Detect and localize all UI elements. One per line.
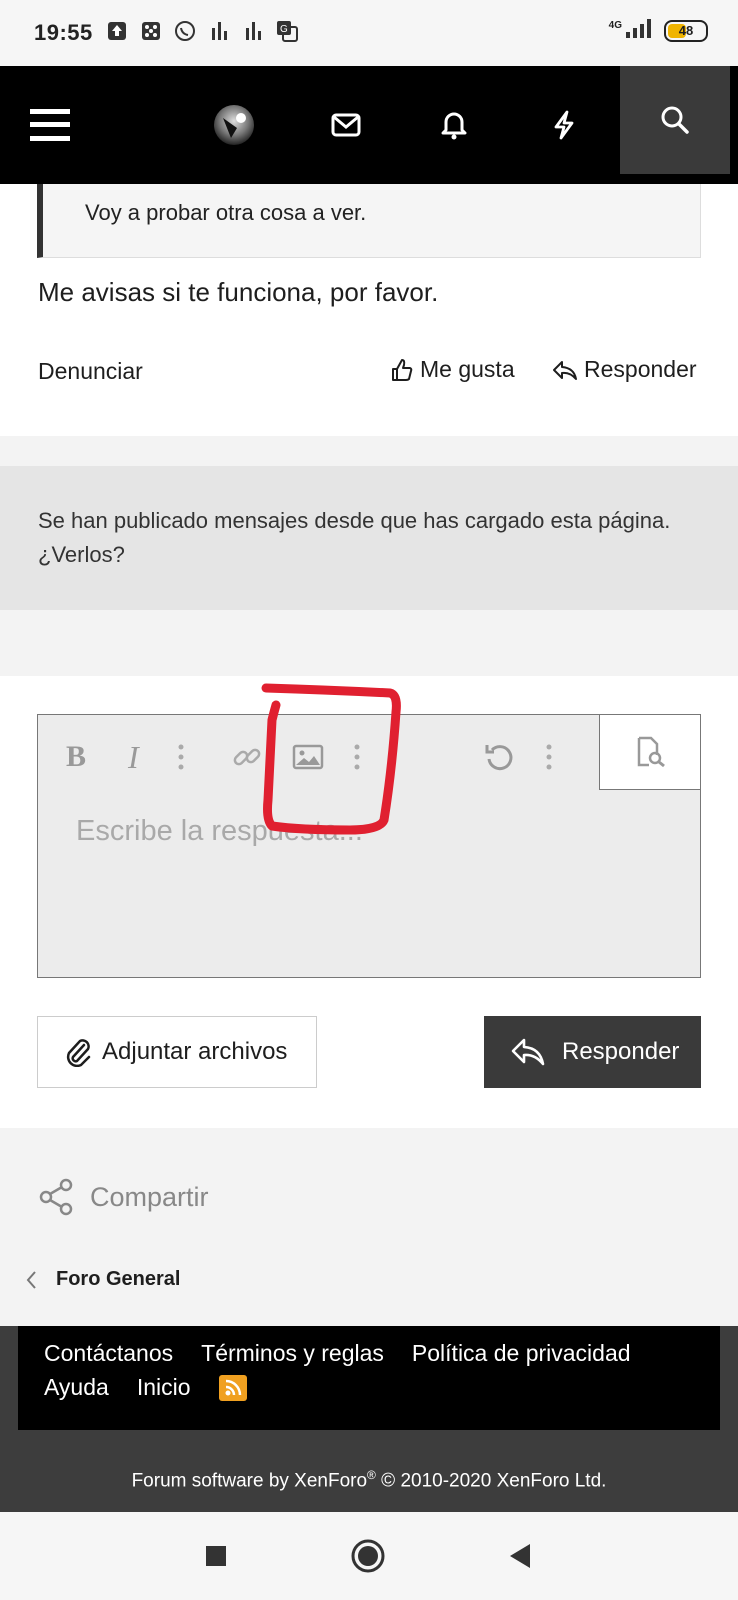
- reply-editor[interactable]: B I Escribe la respuesta...: [37, 714, 701, 978]
- rss-icon[interactable]: [218, 1374, 247, 1401]
- undo-icon: [485, 745, 513, 771]
- more-options-button[interactable]: [546, 739, 552, 775]
- avatar[interactable]: [186, 66, 282, 184]
- footer-copyright-bar: Forum software by XenForo® © 2010-2020 X…: [0, 1430, 738, 1512]
- message-post: Voy a probar otra cosa a ver. Me avisas …: [0, 184, 738, 436]
- dice-icon: [140, 20, 162, 42]
- like-label: Me gusta: [420, 356, 515, 382]
- reply-input-placeholder[interactable]: Escribe la respuesta...: [76, 815, 363, 848]
- footer-link-help[interactable]: Ayuda: [44, 1374, 109, 1401]
- attach-files-button[interactable]: Adjuntar archivos: [37, 1016, 317, 1088]
- upload-icon: [106, 20, 128, 42]
- quote-block: Voy a probar otra cosa a ver.: [37, 184, 701, 258]
- more-text-options-button[interactable]: [178, 739, 184, 775]
- footer-link-home[interactable]: Inicio: [137, 1374, 191, 1401]
- preview-button[interactable]: [599, 714, 701, 790]
- network-type: 4G: [608, 20, 622, 31]
- preview-icon: [637, 736, 665, 768]
- insert-image-button[interactable]: [292, 739, 324, 775]
- share-button[interactable]: Compartir: [38, 1178, 209, 1216]
- search-button[interactable]: [620, 66, 730, 174]
- more-vertical-icon: [354, 744, 360, 770]
- footer-links: Contáctanos Términos y reglas Política d…: [18, 1326, 720, 1430]
- reply-link[interactable]: Responder: [552, 356, 697, 383]
- battery-indicator: 48: [664, 19, 708, 42]
- reply-label: Responder: [584, 356, 697, 382]
- system-indicators: 4G 48: [609, 18, 708, 43]
- new-messages-notice[interactable]: Se han publicado mensajes desde que has …: [0, 466, 738, 610]
- attach-files-label: Adjuntar archivos: [102, 1038, 288, 1065]
- footer-links-row: Contáctanos Términos y reglas Política d…: [44, 1340, 631, 1367]
- whats-new-button[interactable]: [516, 66, 612, 184]
- breadcrumb-link[interactable]: Foro General: [56, 1268, 180, 1291]
- share-label: Compartir: [90, 1181, 209, 1212]
- circle-icon: [351, 1539, 385, 1573]
- bolt-icon: [554, 110, 574, 140]
- home-button[interactable]: [346, 1534, 390, 1578]
- report-link[interactable]: Denunciar: [38, 358, 143, 385]
- square-icon: [206, 1546, 226, 1566]
- menu-button[interactable]: [2, 66, 98, 184]
- message-body: Me avisas si te funciona, por favor.: [38, 277, 439, 307]
- thumbs-up-icon: [392, 358, 413, 381]
- submit-reply-button[interactable]: Responder: [484, 1016, 701, 1088]
- back-button[interactable]: [498, 1534, 542, 1578]
- reply-icon: [553, 360, 577, 380]
- undo-button[interactable]: [484, 739, 516, 775]
- quick-reply-section: B I Escribe la respuesta... Adjuntar arc…: [0, 676, 738, 1128]
- more-vertical-icon: [178, 744, 184, 770]
- quote-text: Voy a probar otra cosa a ver.: [85, 200, 367, 225]
- search-icon: [661, 106, 689, 134]
- inbox-button[interactable]: [298, 66, 394, 184]
- alerts-button[interactable]: [406, 66, 502, 184]
- svg-text:G: G: [280, 24, 288, 35]
- status-bar: 19:55 G 4G 48: [0, 0, 738, 66]
- chevron-left-icon: [26, 1270, 36, 1289]
- breadcrumb[interactable]: Foro General: [26, 1268, 180, 1291]
- translate-icon: G: [276, 20, 298, 42]
- like-button[interactable]: Me gusta: [390, 356, 515, 383]
- link-icon: [233, 748, 261, 766]
- triangle-left-icon: [510, 1544, 530, 1568]
- bell-icon: [441, 112, 467, 140]
- paperclip-icon: [66, 1039, 91, 1067]
- notification-icons: G: [106, 20, 298, 42]
- stats-icon: [208, 20, 230, 42]
- share-icon: [39, 1178, 73, 1216]
- signal-icon: [624, 18, 654, 43]
- notice-text[interactable]: Se han publicado mensajes desde que has …: [38, 504, 678, 572]
- footer-link-terms[interactable]: Términos y reglas: [201, 1340, 384, 1367]
- message-actions: Denunciar Me gusta Responder: [0, 352, 738, 392]
- mail-icon: [331, 113, 361, 137]
- more-insert-options-button[interactable]: [354, 739, 360, 775]
- system-navigation-bar: [0, 1512, 738, 1600]
- clock: 19:55: [34, 20, 93, 45]
- menu-icon: [30, 109, 70, 141]
- bold-button[interactable]: B: [66, 739, 86, 775]
- footer-links-row: Ayuda Inicio: [44, 1374, 247, 1401]
- more-vertical-icon: [546, 744, 552, 770]
- submit-reply-label: Responder: [562, 1038, 680, 1065]
- footer-link-contact[interactable]: Contáctanos: [44, 1340, 173, 1367]
- whatsapp-icon: [174, 20, 196, 42]
- italic-button[interactable]: I: [128, 739, 139, 775]
- image-icon: [292, 744, 324, 770]
- recents-button[interactable]: [194, 1534, 238, 1578]
- footer-link-privacy[interactable]: Política de privacidad: [412, 1340, 631, 1367]
- insert-link-button[interactable]: [232, 739, 262, 775]
- copyright-text[interactable]: Forum software by XenForo® © 2010-2020 X…: [0, 1468, 738, 1492]
- reply-icon: [511, 1038, 545, 1066]
- stats-icon: [242, 20, 264, 42]
- app-bar: [0, 66, 738, 184]
